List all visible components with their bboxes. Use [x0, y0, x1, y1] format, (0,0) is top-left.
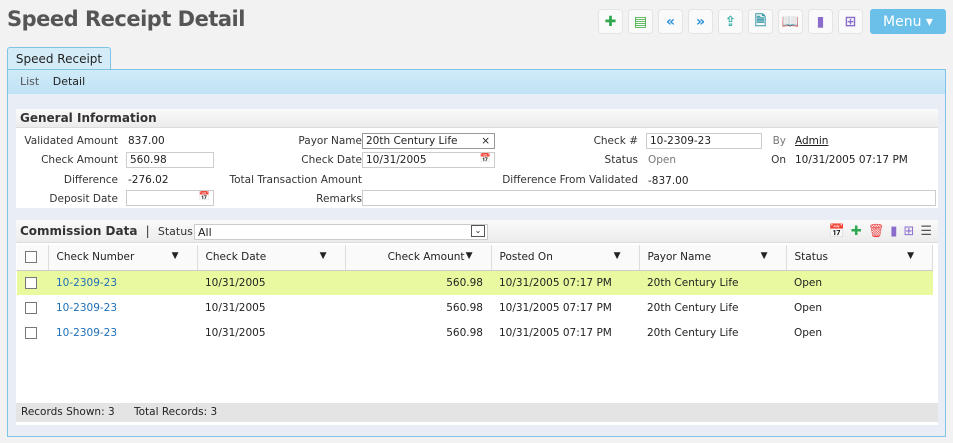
document-icon[interactable]: ▮ [890, 224, 897, 239]
cell-payor-name: 20th Century Life [647, 326, 739, 339]
save-icon[interactable]: ▤ [628, 9, 653, 34]
by-label: By [772, 135, 786, 147]
cell-check-date: 10/31/2005 [205, 301, 266, 314]
add-document-icon[interactable]: ⊞ [838, 9, 863, 34]
column-check-amount[interactable]: Check Amount ▼ [345, 245, 492, 271]
status-label: Status [604, 154, 638, 166]
cell-check-amount: 560.98 [345, 270, 491, 295]
check-number-link[interactable]: 10-2309-23 [56, 277, 117, 289]
deposit-date-label: Deposit Date [49, 193, 118, 205]
column-payor-name[interactable]: Payor Name ▼ [639, 245, 787, 271]
book-icon[interactable]: 📖 [778, 9, 803, 34]
add-icon[interactable]: ✚ [851, 224, 862, 239]
subnav-list[interactable]: List [20, 75, 39, 88]
column-status[interactable]: Status ▼ [786, 245, 933, 271]
total-records: Total Records: 3 [133, 406, 218, 418]
total-transaction-amount-label: Total Transaction Amount [229, 174, 362, 186]
validated-amount-label: Validated Amount [24, 135, 118, 147]
check-number-input[interactable]: 10-2309-23 [646, 133, 762, 149]
column-check-number[interactable]: Check Number ▼ [48, 245, 198, 271]
select-all-checkbox[interactable] [25, 251, 37, 264]
table-row[interactable]: 10-2309-23 10/31/2005 560.98 10/31/2005 07:… [17, 270, 933, 295]
on-label: On [771, 154, 786, 166]
cell-check-date: 10/31/2005 [197, 270, 345, 295]
check-number-label: Check # [593, 135, 638, 147]
chevron-down-icon[interactable]: ⌄ [471, 225, 485, 237]
filter-icon: ▼ [760, 251, 768, 262]
filter-icon: ▼ [907, 251, 914, 262]
table-footer: Records Shown: 3 Total Records: 3 [16, 403, 938, 422]
menu-icon[interactable]: ☰ [920, 224, 932, 239]
cell-posted-on: 10/31/2005 07:17 PM [499, 301, 612, 314]
deposit-date-input[interactable]: 📅 [126, 190, 214, 206]
first-icon[interactable]: « [658, 9, 683, 34]
row-checkbox[interactable] [25, 326, 37, 339]
cell-posted-on: 10/31/2005 07:17 PM [491, 270, 639, 295]
difference-from-validated-label: Difference From Validated [502, 174, 638, 186]
commission-table: Check Number ▼ Check Date ▼ Check Amount ▼ … [17, 245, 933, 345]
check-number-link[interactable]: 10-2309-23 [56, 327, 117, 339]
cell-status: Open [786, 270, 933, 295]
status-filter-select[interactable]: All ⌄ [194, 224, 488, 240]
row-checkbox[interactable] [25, 276, 37, 289]
document-icon[interactable]: ▮ [808, 9, 833, 34]
document-hand-icon[interactable]: 🗎 [748, 9, 773, 34]
payor-name-label: Payor Name [298, 135, 362, 147]
cell-check-date: 10/31/2005 [205, 326, 266, 339]
cell-payor-name: 20th Century Life [639, 270, 786, 295]
on-value: 10/31/2005 07:17 PM [795, 154, 908, 166]
column-posted-on[interactable]: Posted On ▼ [491, 245, 640, 271]
subnav-detail[interactable]: Detail [53, 75, 85, 88]
main-panel: List Detail General Information Validate… [7, 69, 946, 437]
section-title: Commission Data [20, 224, 138, 238]
check-date-label: Check Date [301, 154, 362, 166]
by-user-link[interactable]: Admin [795, 135, 828, 147]
cell-check-amount: 560.98 [446, 326, 483, 339]
cell-status: Open [794, 301, 823, 314]
general-information-section: General Information Validated Amount 837… [16, 109, 938, 208]
remarks-input[interactable] [362, 190, 936, 206]
section-title: General Information [16, 109, 938, 128]
check-amount-label: Check Amount [41, 154, 118, 166]
status-filter-label: Status [157, 225, 193, 238]
calendar-remove-icon[interactable]: 📅 [829, 224, 845, 239]
cell-status: Open [794, 326, 823, 339]
upload-payment-icon[interactable]: ⇪ [718, 9, 743, 34]
filter-icon: ▼ [319, 251, 327, 262]
check-amount-input[interactable]: 560.98 [126, 152, 214, 168]
records-shown: Records Shown: 3 [21, 406, 115, 418]
difference-label: Difference [63, 174, 118, 186]
calendar-icon[interactable]: 📅 [199, 192, 210, 202]
filter-icon: ▼ [171, 251, 179, 262]
remarks-label: Remarks [316, 193, 362, 205]
check-number-link[interactable]: 10-2309-23 [56, 302, 117, 314]
difference-from-validated-value: -837.00 [648, 175, 689, 187]
cell-check-amount: 560.98 [446, 301, 483, 314]
filter-icon: ▼ [465, 251, 473, 262]
add-document-icon[interactable]: ⊞ [903, 224, 914, 239]
filter-icon: ▼ [613, 251, 621, 262]
tab-speed-receipt[interactable]: Speed Receipt [7, 47, 111, 70]
column-check-date[interactable]: Check Date ▼ [197, 245, 346, 271]
row-checkbox[interactable] [25, 301, 37, 314]
page-title: Speed Receipt Detail [7, 7, 245, 31]
cell-posted-on: 10/31/2005 07:17 PM [499, 326, 612, 339]
status-value: Open [648, 154, 677, 166]
table-row[interactable]: 10-2309-23 10/31/2005 560.98 10/31/2005 07:… [17, 295, 933, 320]
last-icon[interactable]: » [688, 9, 713, 34]
delete-icon[interactable]: 🗑 [868, 224, 885, 239]
difference-value: -276.02 [128, 174, 169, 186]
add-icon[interactable]: ✚ [598, 9, 623, 34]
commission-data-section: Commission Data | Status All ⌄ 📅 ✚ 🗑 ▮ ⊞ … [16, 220, 938, 425]
cell-payor-name: 20th Century Life [647, 301, 739, 314]
table-row[interactable]: 10-2309-23 10/31/2005 560.98 10/31/2005 07:… [17, 320, 933, 345]
subnav: List Detail [20, 75, 95, 88]
validated-amount-value: 837.00 [128, 135, 165, 147]
menu-button[interactable]: Menu ▾ [870, 9, 946, 34]
